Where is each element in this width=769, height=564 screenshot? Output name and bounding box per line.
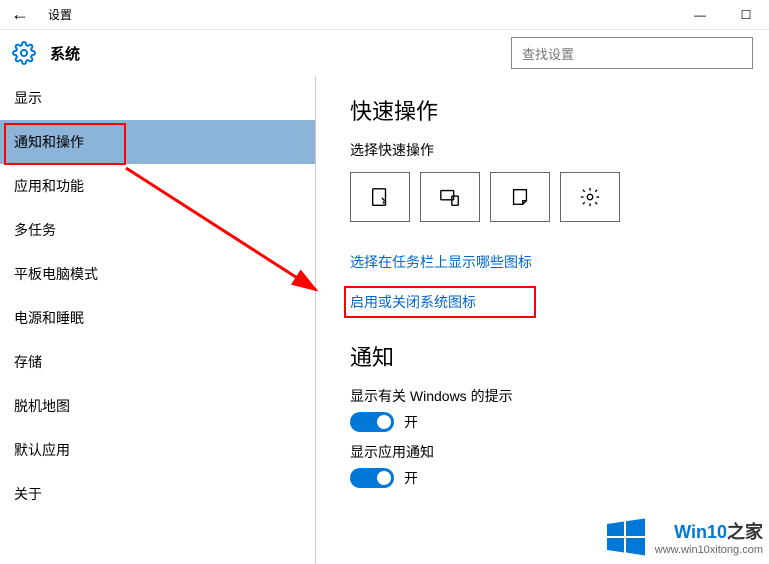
quick-tile-note[interactable] xyxy=(490,172,550,222)
search-input[interactable]: 查找设置 xyxy=(511,37,753,69)
quick-action-tiles xyxy=(350,172,745,222)
body: 显示通知和操作应用和功能多任务平板电脑模式电源和睡眠存储脱机地图默认应用关于 快… xyxy=(0,76,769,564)
toggle-state: 开 xyxy=(404,412,418,432)
toggle-switch[interactable] xyxy=(350,468,394,488)
quick-tile-all-settings[interactable] xyxy=(560,172,620,222)
sidebar: 显示通知和操作应用和功能多任务平板电脑模式电源和睡眠存储脱机地图默认应用关于 xyxy=(0,76,316,564)
sidebar-item-8[interactable]: 默认应用 xyxy=(0,428,315,472)
sidebar-item-6[interactable]: 存储 xyxy=(0,340,315,384)
quick-tile-connect[interactable] xyxy=(420,172,480,222)
sidebar-item-1[interactable]: 通知和操作 xyxy=(0,120,315,164)
toggle-state: 开 xyxy=(404,468,418,488)
taskbar-icons-link[interactable]: 选择在任务栏上显示哪些图标 xyxy=(350,252,745,272)
back-button[interactable]: ← xyxy=(0,4,40,25)
titlebar: ← 设置 — ☐ xyxy=(0,0,769,30)
notifications-heading: 通知 xyxy=(350,340,745,372)
sidebar-item-5[interactable]: 电源和睡眠 xyxy=(0,296,315,340)
gear-icon xyxy=(12,41,36,65)
system-icons-link[interactable]: 启用或关闭系统图标 xyxy=(350,292,476,312)
watermark-url: www.win10xitong.com xyxy=(655,544,763,556)
header: 系统 查找设置 xyxy=(0,30,769,76)
sidebar-item-4[interactable]: 平板电脑模式 xyxy=(0,252,315,296)
sidebar-item-3[interactable]: 多任务 xyxy=(0,208,315,252)
system-icons-link-box: 启用或关闭系统图标 xyxy=(350,292,476,312)
watermark-brand: Win10之家 xyxy=(655,518,763,544)
sidebar-item-9[interactable]: 关于 xyxy=(0,472,315,516)
window-controls: — ☐ xyxy=(677,0,769,30)
toggle-label: 显示有关 Windows 的提示 xyxy=(350,386,745,406)
sidebar-item-2[interactable]: 应用和功能 xyxy=(0,164,315,208)
sidebar-item-7[interactable]: 脱机地图 xyxy=(0,384,315,428)
toggle-label: 显示应用通知 xyxy=(350,442,745,462)
toggle-row-1: 显示应用通知开 xyxy=(350,442,745,488)
watermark: Win10之家 www.win10xitong.com xyxy=(605,516,763,558)
quick-actions-sub: 选择快速操作 xyxy=(350,140,745,160)
windows-logo-icon xyxy=(605,516,647,558)
toggle-row-0: 显示有关 Windows 的提示开 xyxy=(350,386,745,432)
content-pane: 快速操作 选择快速操作 选择在任务栏上显示哪些图标 启用或关闭系统图标 通知 显… xyxy=(316,76,769,564)
page-title: 系统 xyxy=(50,43,80,64)
toggle-switch[interactable] xyxy=(350,412,394,432)
maximize-button[interactable]: ☐ xyxy=(723,0,769,30)
sidebar-item-0[interactable]: 显示 xyxy=(0,76,315,120)
quick-actions-heading: 快速操作 xyxy=(350,94,745,126)
window-title: 设置 xyxy=(48,6,72,23)
minimize-button[interactable]: — xyxy=(677,0,723,30)
search-placeholder: 查找设置 xyxy=(522,44,574,63)
quick-tile-tablet-mode[interactable] xyxy=(350,172,410,222)
